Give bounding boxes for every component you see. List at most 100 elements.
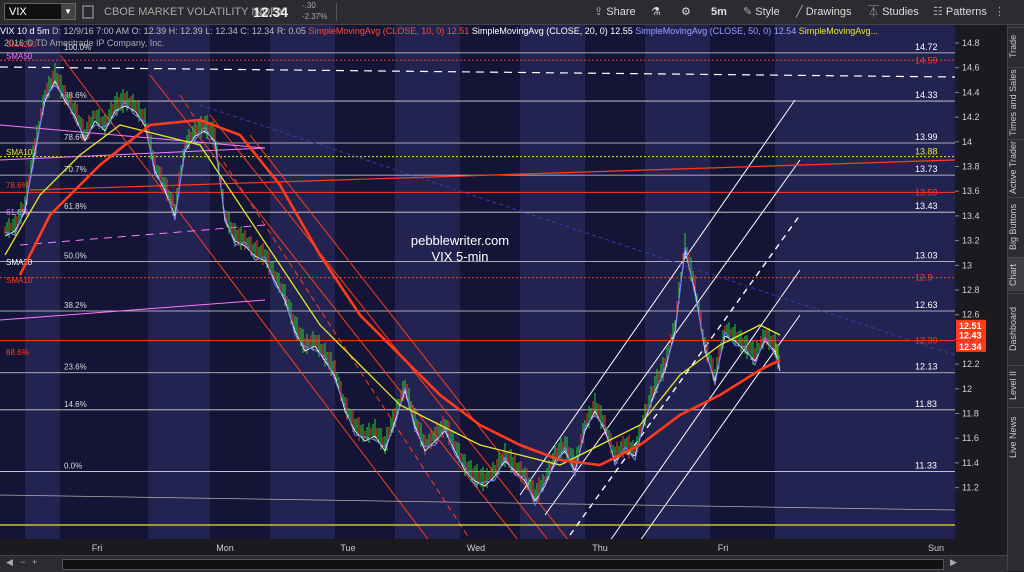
zoom-in-icon[interactable]: +: [32, 557, 37, 567]
sma10-label: SimpleMovingAvg (CLOSE, 10, 0): [308, 26, 445, 36]
patterns-label: Patterns: [945, 6, 987, 18]
y-tick-label: 14.6: [962, 63, 980, 73]
day-label: Thu: [592, 543, 608, 553]
y-tick-label: 12: [962, 384, 972, 394]
symbol-text: VIX: [9, 6, 27, 18]
style-icon: ✎: [743, 6, 756, 18]
patterns-button[interactable]: ☷ Patterns: [933, 0, 987, 24]
y-tick-label: 11.6: [962, 433, 979, 443]
fib-label: 14.6%: [64, 400, 87, 409]
bar-range: R: 0.05: [276, 26, 306, 36]
fib-price: 13.73: [915, 164, 938, 174]
zoom-out-icon[interactable]: −: [20, 557, 25, 567]
symbol-selector[interactable]: VIX ▼: [4, 3, 76, 20]
side-tab-active-trader[interactable]: Active Trader: [1008, 139, 1024, 195]
day-label: Tue: [340, 543, 355, 553]
sma10-value: 12.51: [446, 26, 470, 36]
share-label: Share: [606, 6, 636, 18]
studies-icon: ⏄: [868, 6, 883, 18]
red-level-price: 13.59: [915, 187, 938, 197]
fib-label: 0.0%: [64, 462, 82, 471]
side-tab-big-buttons[interactable]: Big Buttons: [1008, 197, 1024, 255]
toolbar-divider: [336, 3, 337, 21]
sma50-label: SimpleMovingAvg (CLOSE, 50, 0): [635, 26, 772, 36]
y-tick-label: 11.4: [962, 458, 979, 468]
watermark-site: pebblewriter.com: [411, 233, 509, 248]
chart-bottom-bar: ◀ − + ▶: [0, 555, 1007, 572]
scroll-left-icon[interactable]: ◀: [6, 557, 13, 568]
side-tab-live-news[interactable]: Live News: [1008, 407, 1024, 467]
style-button[interactable]: ✎ Style: [743, 0, 780, 24]
y-tick-label: 14.2: [962, 112, 980, 122]
chart-title: VIX 10 d 5m: [0, 26, 50, 36]
session-band: [645, 25, 710, 555]
bar-open: O: 12.39: [131, 26, 167, 36]
sma100-label: SimpleMovingAvg...: [798, 26, 879, 36]
chart-info-bar: VIX 10 d 5m D: 12/9/16 7:00 AM O: 12.39 …: [0, 25, 955, 37]
y-tick-label: 13.4: [962, 211, 980, 221]
y-tick-label: 13.2: [962, 236, 980, 246]
left-level-label: 78.6%: [6, 181, 29, 190]
session-band: [395, 25, 460, 555]
share-button[interactable]: ⇪ Share: [594, 0, 636, 24]
drawings-button[interactable]: ╱ Drawings: [796, 0, 852, 24]
gear-small-icon[interactable]: [82, 5, 94, 19]
side-tab-level-ii[interactable]: Level II: [1008, 365, 1024, 405]
day-label: Fri: [718, 543, 729, 553]
y-tick-label: 14: [962, 137, 972, 147]
day-label: Sun: [928, 543, 944, 553]
time-scrollbar[interactable]: [62, 559, 944, 570]
yellow-level-price: 13.88: [915, 147, 938, 157]
y-tick-label: 11.2: [962, 483, 979, 493]
fib-price: 13.03: [915, 251, 938, 261]
red-level-price: 12.9: [915, 273, 933, 283]
fib-price: 13.99: [915, 132, 938, 142]
day-label: Wed: [467, 543, 485, 553]
bar-high: H: 12.39: [168, 26, 203, 36]
side-tab-dashboard[interactable]: Dashboard: [1008, 293, 1024, 363]
patterns-icon: ☷: [933, 6, 946, 18]
drawings-icon: ╱: [796, 6, 806, 18]
bar-date: D: 12/9/16 7:00 AM: [52, 26, 130, 36]
studies-button[interactable]: ⏄ Studies: [868, 0, 919, 24]
day-label: Mon: [216, 543, 234, 553]
fib-price: 11.83: [915, 399, 937, 409]
top-toolbar: VIX ▼ CBOE MARKET VOLATILITY INDEX 12.34 …: [0, 0, 1024, 25]
side-tab-times-and-sales[interactable]: Times and Sales: [1008, 67, 1024, 137]
sma20-value: 12.55: [610, 26, 633, 36]
y-tick-label: 13.8: [962, 162, 980, 172]
price-chart[interactable]: 100.0% 14.7288.6% 14.3378.6% 13.9970.7% 13.7…: [0, 25, 1007, 556]
last-price: 12.34: [253, 4, 289, 20]
chevron-down-icon[interactable]: ▼: [61, 4, 75, 19]
style-label: Style: [755, 6, 780, 18]
fib-label: 38.2%: [64, 301, 87, 310]
session-band: [148, 25, 210, 555]
y-tick-label: 12.2: [962, 359, 980, 369]
side-tab-trade[interactable]: Trade: [1008, 27, 1024, 65]
fib-price: 13.43: [915, 201, 938, 211]
sma20-label: SimpleMovingAvg (CLOSE, 20, 0): [471, 26, 608, 36]
watermark-caption: VIX 5-min: [431, 249, 488, 264]
y-tick-label: 14.8: [962, 38, 980, 48]
price-marker-label: 12.51: [959, 321, 982, 331]
timeframe-button[interactable]: 5m: [711, 0, 727, 24]
y-tick-label: 14.4: [962, 87, 980, 97]
bar-low: L: 12.34: [205, 26, 238, 36]
side-tab-chart[interactable]: Chart: [1008, 257, 1024, 291]
scroll-right-icon[interactable]: ▶: [950, 557, 957, 568]
studies-label: Studies: [882, 6, 919, 18]
sma50-value: 12.54: [773, 26, 797, 36]
left-level-label: 88.6%: [6, 348, 29, 357]
gear-icon[interactable]: ⚙: [681, 0, 691, 24]
flask-icon[interactable]: ⚗: [651, 0, 661, 24]
toolbar-menu-icon[interactable]: ⋮: [994, 0, 1005, 24]
chart-area[interactable]: 100.0% 14.72 88.6% 14.33 78.6% 13.99 70.7% 13.7…: [0, 25, 1007, 556]
left-level-label: SMA50: [6, 52, 33, 61]
y-tick-label: 12.8: [962, 285, 980, 295]
share-icon: ⇪: [594, 6, 607, 18]
y-tick-label: 13: [962, 260, 972, 270]
y-tick-label: 11.8: [962, 409, 979, 419]
fib-label: 61.8%: [64, 202, 87, 211]
fib-price: 14.72: [915, 42, 938, 52]
fib-price: 14.33: [915, 90, 938, 100]
